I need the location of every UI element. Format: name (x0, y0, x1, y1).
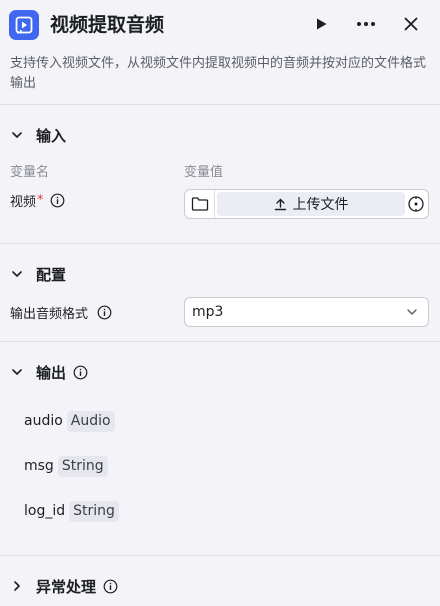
divider (0, 104, 440, 105)
divider (0, 341, 440, 342)
variable-reference-button[interactable] (405, 190, 427, 218)
section-error-header[interactable]: 异常处理 (10, 574, 118, 598)
section-title: 配置 (36, 265, 67, 284)
output-item: msg String (24, 455, 108, 477)
section-title: 输入 (36, 126, 67, 145)
close-icon (404, 17, 418, 31)
plugin-description: 支持传入视频文件，从视频文件内提取视频中的音频并按对应的文件格式输出 (10, 56, 427, 91)
chevron-down-icon (10, 128, 24, 142)
more-button[interactable] (353, 10, 379, 38)
info-icon[interactable] (50, 193, 66, 209)
section-config-header[interactable]: 配置 (10, 262, 66, 286)
divider (0, 555, 440, 556)
chevron-down-icon (10, 365, 24, 379)
panel-header: 视频提取音频 支持传入视频文件，从视频文件内提取视频中的音频并按对应的文件格式输… (0, 0, 440, 100)
audio-format-select[interactable]: mp3 (184, 297, 429, 327)
output-name: audio (24, 413, 63, 429)
field-label-text: 视频 (10, 195, 37, 210)
column-header-name: 变量名 (10, 165, 50, 180)
section-title: 输出 (36, 363, 67, 382)
output-item: log_id String (24, 500, 119, 522)
output-type-tag: String (57, 455, 108, 477)
section-title: 异常处理 (36, 577, 97, 596)
select-value: mp3 (192, 304, 224, 320)
more-icon (357, 22, 375, 26)
info-icon[interactable] (96, 305, 112, 321)
divider (0, 243, 440, 244)
chevron-right-icon (10, 579, 24, 593)
video-field-label: 视频 * (10, 191, 66, 210)
section-output-header[interactable]: 输出 (10, 360, 88, 384)
video-upload-field: 上传文件 (184, 189, 429, 219)
output-name: log_id (24, 503, 66, 519)
select-file-button[interactable] (185, 190, 215, 218)
plugin-panel: { "header": { "title": "视频提取音频", "descri… (0, 0, 440, 606)
upload-label: 上传文件 (292, 197, 349, 213)
output-item: audio Audio (24, 410, 115, 432)
upload-file-button[interactable]: 上传文件 (217, 192, 405, 216)
output-type-tag: String (69, 500, 119, 522)
page-title: 视频提取音频 (50, 14, 165, 36)
close-button[interactable] (398, 10, 424, 38)
chevron-down-icon (10, 267, 24, 281)
variable-icon (408, 196, 424, 212)
output-name: msg (24, 458, 54, 474)
section-input-header[interactable]: 输入 (10, 123, 66, 147)
play-icon (317, 18, 327, 30)
format-field-label: 输出音频格式 (10, 303, 112, 322)
run-button[interactable] (308, 10, 334, 38)
field-label-text: 输出音频格式 (10, 307, 89, 322)
column-header-value: 变量值 (184, 165, 224, 180)
upload-icon (274, 198, 286, 210)
video-audio-icon (9, 10, 39, 40)
info-icon[interactable] (102, 578, 118, 594)
folder-icon (191, 197, 208, 211)
required-mark: * (37, 193, 44, 208)
chevron-down-icon (407, 309, 417, 315)
output-type-tag: Audio (66, 410, 115, 432)
info-icon[interactable] (72, 364, 88, 380)
